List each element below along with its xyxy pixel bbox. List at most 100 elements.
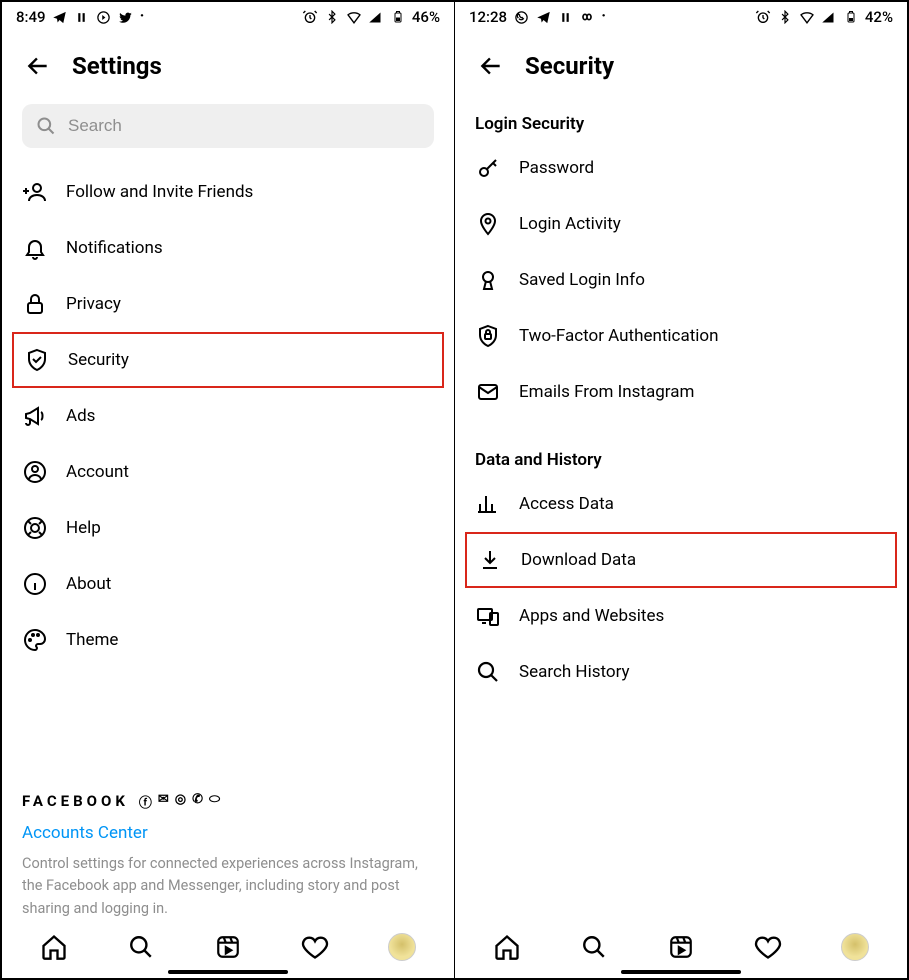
pause-icon — [74, 9, 90, 25]
nav-home[interactable] — [39, 932, 69, 962]
lock-icon — [22, 291, 48, 317]
bell-icon — [22, 235, 48, 261]
fb-icon: ⓕ — [139, 792, 152, 811]
status-time: 8:49 — [16, 8, 46, 26]
help-icon — [22, 515, 48, 541]
page-title: Security — [525, 52, 614, 80]
mail-icon — [475, 379, 501, 405]
status-battery-pct: 46% — [412, 8, 440, 26]
pause-icon — [557, 9, 573, 25]
security-item-apps-websites[interactable]: Apps and Websites — [475, 588, 887, 644]
palette-icon — [22, 627, 48, 653]
twitter-icon — [118, 9, 134, 25]
settings-item-privacy[interactable]: Privacy — [22, 276, 434, 332]
nav-search[interactable] — [126, 932, 156, 962]
signal-icon — [368, 9, 384, 25]
signal-icon — [821, 9, 837, 25]
security-item-label: Search History — [519, 662, 630, 682]
search-box[interactable] — [22, 104, 434, 148]
page-title: Settings — [72, 52, 162, 80]
settings-item-help[interactable]: Help — [22, 500, 434, 556]
alarm-icon — [755, 9, 771, 25]
facebook-label: FACEBOOK — [22, 792, 129, 810]
nav-activity[interactable] — [300, 932, 330, 962]
instagram-icon: ◎ — [175, 792, 186, 811]
whatsapp-icon — [513, 9, 529, 25]
accounts-center-link[interactable]: Accounts Center — [2, 811, 454, 843]
security-screen: 12:28 · 42% Security Login Security Pass… — [454, 2, 907, 978]
nav-activity[interactable] — [753, 932, 783, 962]
settings-item-account[interactable]: Account — [22, 444, 434, 500]
wifi-icon — [799, 9, 815, 25]
settings-item-theme[interactable]: Theme — [22, 612, 434, 668]
shield-icon — [24, 347, 50, 373]
security-item-label: Apps and Websites — [519, 606, 664, 626]
shield-lock-icon — [475, 323, 501, 349]
security-item-access-data[interactable]: Access Data — [475, 476, 887, 532]
info-icon — [22, 571, 48, 597]
status-time: 12:28 — [469, 8, 507, 26]
security-item-password[interactable]: Password — [475, 140, 887, 196]
accounts-center-desc: Control settings for connected experienc… — [2, 843, 454, 920]
nav-profile[interactable] — [387, 932, 417, 962]
security-item-login-activity[interactable]: Login Activity — [475, 196, 887, 252]
facebook-app-icons: ⓕ ✉ ◎ ✆ ⬭ — [139, 792, 220, 811]
status-battery-pct: 42% — [865, 8, 893, 26]
security-item-emails[interactable]: Emails From Instagram — [475, 364, 887, 420]
settings-item-label: Security — [68, 350, 129, 370]
settings-item-label: Account — [66, 462, 129, 482]
avatar — [841, 933, 869, 961]
nav-profile[interactable] — [840, 932, 870, 962]
security-item-saved-login[interactable]: Saved Login Info — [475, 252, 887, 308]
settings-item-label: Help — [66, 518, 101, 538]
security-item-label: Login Activity — [519, 214, 621, 234]
security-item-search-history[interactable]: Search History — [475, 644, 887, 700]
settings-item-label: About — [66, 574, 111, 594]
nav-search[interactable] — [579, 932, 609, 962]
telegram-icon — [52, 9, 68, 25]
back-button[interactable] — [24, 52, 52, 80]
battery-icon — [390, 9, 406, 25]
settings-item-security[interactable]: Security — [12, 332, 444, 388]
section-header-data: Data and History — [475, 420, 887, 476]
settings-item-label: Theme — [66, 630, 118, 650]
security-item-two-factor[interactable]: Two-Factor Authentication — [475, 308, 887, 364]
bluetooth-icon — [324, 9, 340, 25]
telegram-icon — [535, 9, 551, 25]
nav-indicator — [168, 970, 288, 974]
download-icon — [477, 547, 503, 573]
oculus-icon: ⬭ — [209, 792, 220, 811]
settings-item-label: Privacy — [66, 294, 121, 314]
settings-item-about[interactable]: About — [22, 556, 434, 612]
status-bar: 8:49 · 46% — [2, 2, 454, 28]
back-button[interactable] — [477, 52, 505, 80]
section-header-login: Login Security — [475, 94, 887, 140]
bar-chart-icon — [475, 491, 501, 517]
add-user-icon — [22, 179, 48, 205]
location-icon — [475, 211, 501, 237]
nav-indicator — [621, 970, 741, 974]
infinity-icon — [579, 9, 595, 25]
alarm-icon — [302, 9, 318, 25]
bluetooth-icon — [777, 9, 793, 25]
nav-reels[interactable] — [213, 932, 243, 962]
security-item-label: Two-Factor Authentication — [519, 326, 718, 346]
security-item-label: Download Data — [521, 550, 636, 570]
wifi-icon — [346, 9, 362, 25]
nav-home[interactable] — [492, 932, 522, 962]
security-item-label: Password — [519, 158, 594, 178]
settings-item-notifications[interactable]: Notifications — [22, 220, 434, 276]
nav-reels[interactable] — [666, 932, 696, 962]
settings-item-label: Follow and Invite Friends — [66, 182, 253, 202]
settings-item-ads[interactable]: Ads — [22, 388, 434, 444]
keyhole-icon — [475, 267, 501, 293]
security-item-download-data[interactable]: Download Data — [465, 532, 897, 588]
settings-screen: 8:49 · 46% Settings Follow and Invite Fr — [2, 2, 454, 978]
security-item-label: Access Data — [519, 494, 614, 514]
search-icon — [36, 116, 56, 136]
search-input[interactable] — [68, 116, 420, 136]
settings-list: Follow and Invite Friends Notifications … — [2, 164, 454, 772]
settings-item-invite[interactable]: Follow and Invite Friends — [22, 164, 434, 220]
circle-arrow-icon — [96, 9, 112, 25]
settings-item-label: Notifications — [66, 238, 163, 258]
